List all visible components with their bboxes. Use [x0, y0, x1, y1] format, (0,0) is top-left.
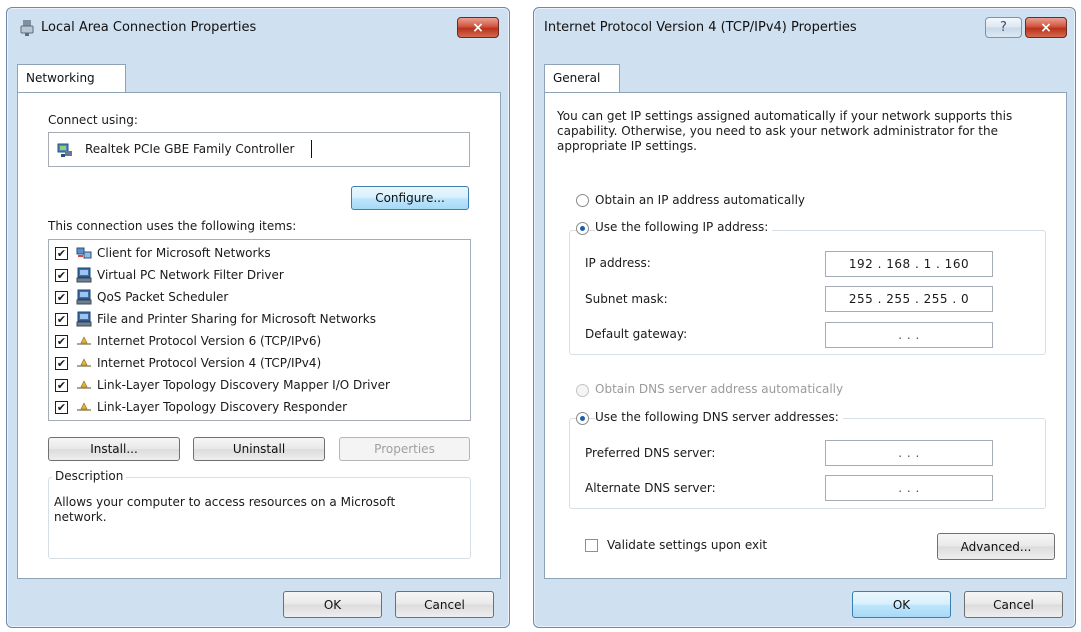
close-icon: × — [1040, 19, 1052, 36]
install-button[interactable]: Install... — [48, 437, 180, 461]
cancel-button[interactable]: Cancel — [964, 591, 1063, 618]
use-following-dns-radio[interactable] — [576, 412, 589, 425]
window-title: Local Area Connection Properties — [41, 20, 257, 35]
close-button[interactable]: × — [1025, 17, 1067, 38]
list-item[interactable]: ✔ Link-Layer Topology Discovery Mapper I/… — [55, 375, 390, 395]
help-icon: ? — [1000, 20, 1007, 35]
protocol-icon — [76, 333, 92, 349]
obtain-ip-auto-label: Obtain an IP address automatically — [595, 193, 806, 207]
item-label: QoS Packet Scheduler — [97, 290, 229, 304]
default-gateway-input[interactable]: . . . — [825, 322, 993, 348]
ok-button[interactable]: OK — [852, 591, 951, 618]
intro-text: You can get IP settings assigned automat… — [557, 109, 1013, 153]
local-area-connection-properties-window: Local Area Connection Properties × Netwo… — [6, 7, 510, 628]
preferred-dns-input[interactable]: . . . — [825, 440, 993, 466]
list-item[interactable]: ✔ Internet Protocol Version 4 (TCP/IPv4) — [55, 353, 321, 373]
adapter-name: Realtek PCIe GBE Family Controller — [85, 142, 295, 156]
tab-general[interactable]: General — [544, 64, 620, 92]
obtain-dns-auto-label: Obtain DNS server address automatically — [595, 382, 844, 396]
list-item[interactable]: ✔ File and Printer Sharing for Microsoft … — [55, 309, 376, 329]
close-button[interactable]: × — [457, 17, 499, 38]
protocol-icon — [76, 399, 92, 415]
protocol-icon — [76, 355, 92, 371]
computer-service-icon — [76, 289, 92, 305]
ip-address-label: IP address: — [585, 256, 651, 270]
preferred-dns-label: Preferred DNS server: — [585, 446, 716, 460]
validate-settings-checkbox[interactable] — [585, 539, 598, 552]
ip-address-input[interactable]: 192 . 168 . 1 . 160 — [825, 251, 993, 277]
window-title: Internet Protocol Version 4 (TCP/IPv4) P… — [544, 20, 857, 35]
ipv4-properties-window: Internet Protocol Version 4 (TCP/IPv4) P… — [533, 7, 1076, 628]
configure-button[interactable]: Configure... — [351, 186, 469, 210]
network-adapter-icon — [57, 142, 73, 161]
item-label: Internet Protocol Version 6 (TCP/IPv6) — [97, 334, 322, 348]
computer-service-icon — [76, 267, 92, 283]
item-label: Link-Layer Topology Discovery Responder — [97, 400, 348, 414]
close-icon: × — [472, 19, 484, 36]
subnet-mask-input[interactable]: 255 . 255 . 255 . 0 — [825, 286, 993, 312]
advanced-button[interactable]: Advanced... — [937, 533, 1055, 560]
alternate-dns-input[interactable]: . . . — [825, 475, 993, 501]
item-checkbox[interactable]: ✔ — [55, 268, 68, 282]
cancel-button[interactable]: Cancel — [395, 591, 494, 618]
obtain-dns-auto-radio — [576, 384, 589, 397]
network-client-icon — [76, 245, 92, 261]
item-checkbox[interactable]: ✔ — [55, 246, 68, 260]
items-list[interactable]: ✔ Client for Microsoft Networks ✔ Virtual P… — [48, 239, 471, 421]
adapter-box: Realtek PCIe GBE Family Controller — [48, 132, 470, 167]
list-item[interactable]: ✔ Internet Protocol Version 6 (TCP/IPv6) — [55, 331, 321, 351]
properties-button: Properties — [339, 437, 470, 461]
text-cursor — [311, 140, 312, 158]
connect-using-label: Connect using: — [48, 113, 138, 127]
item-checkbox[interactable]: ✔ — [55, 334, 68, 348]
uninstall-button[interactable]: Uninstall — [193, 437, 325, 461]
obtain-ip-auto-radio[interactable] — [576, 194, 589, 207]
tab-networking[interactable]: Networking — [17, 64, 126, 92]
item-checkbox[interactable]: ✔ — [55, 312, 68, 326]
items-list-label: This connection uses the following items… — [48, 219, 297, 233]
description-label: Description — [52, 469, 127, 483]
item-label: Virtual PC Network Filter Driver — [97, 268, 284, 282]
item-label: Link-Layer Topology Discovery Mapper I/O… — [97, 378, 390, 392]
item-label: Client for Microsoft Networks — [97, 246, 271, 260]
alternate-dns-label: Alternate DNS server: — [585, 481, 716, 495]
validate-settings-label: Validate settings upon exit — [607, 538, 768, 552]
list-item[interactable]: ✔ Virtual PC Network Filter Driver — [55, 265, 284, 285]
item-checkbox[interactable]: ✔ — [55, 290, 68, 304]
help-button[interactable]: ? — [985, 17, 1022, 38]
list-item[interactable]: ✔ Client for Microsoft Networks — [55, 243, 271, 263]
networking-panel: Connect using: Realtek PCIe GBE Family C… — [17, 92, 501, 579]
protocol-icon — [76, 377, 92, 393]
network-adapter-icon — [20, 20, 34, 36]
description-text: Allows your computer to access resources… — [54, 495, 396, 524]
item-label: Internet Protocol Version 4 (TCP/IPv4) — [97, 356, 322, 370]
use-following-ip-radio[interactable] — [576, 222, 589, 235]
item-checkbox[interactable]: ✔ — [55, 356, 68, 370]
ok-button[interactable]: OK — [283, 591, 382, 618]
subnet-mask-label: Subnet mask: — [585, 292, 668, 306]
title-bar[interactable]: Internet Protocol Version 4 (TCP/IPv4) P… — [534, 8, 1075, 48]
list-item[interactable]: ✔ QoS Packet Scheduler — [55, 287, 228, 307]
item-checkbox[interactable]: ✔ — [55, 378, 68, 392]
use-following-dns-label: Use the following DNS server addresses: — [595, 410, 843, 424]
general-panel: You can get IP settings assigned automat… — [544, 92, 1067, 579]
default-gateway-label: Default gateway: — [585, 327, 688, 341]
list-item[interactable]: ✔ Link-Layer Topology Discovery Responder — [55, 397, 347, 417]
item-checkbox[interactable]: ✔ — [55, 400, 68, 414]
use-following-ip-label: Use the following IP address: — [595, 220, 773, 234]
computer-service-icon — [76, 311, 92, 327]
title-bar[interactable]: Local Area Connection Properties × — [7, 8, 509, 48]
item-label: File and Printer Sharing for Microsoft N… — [97, 312, 376, 326]
